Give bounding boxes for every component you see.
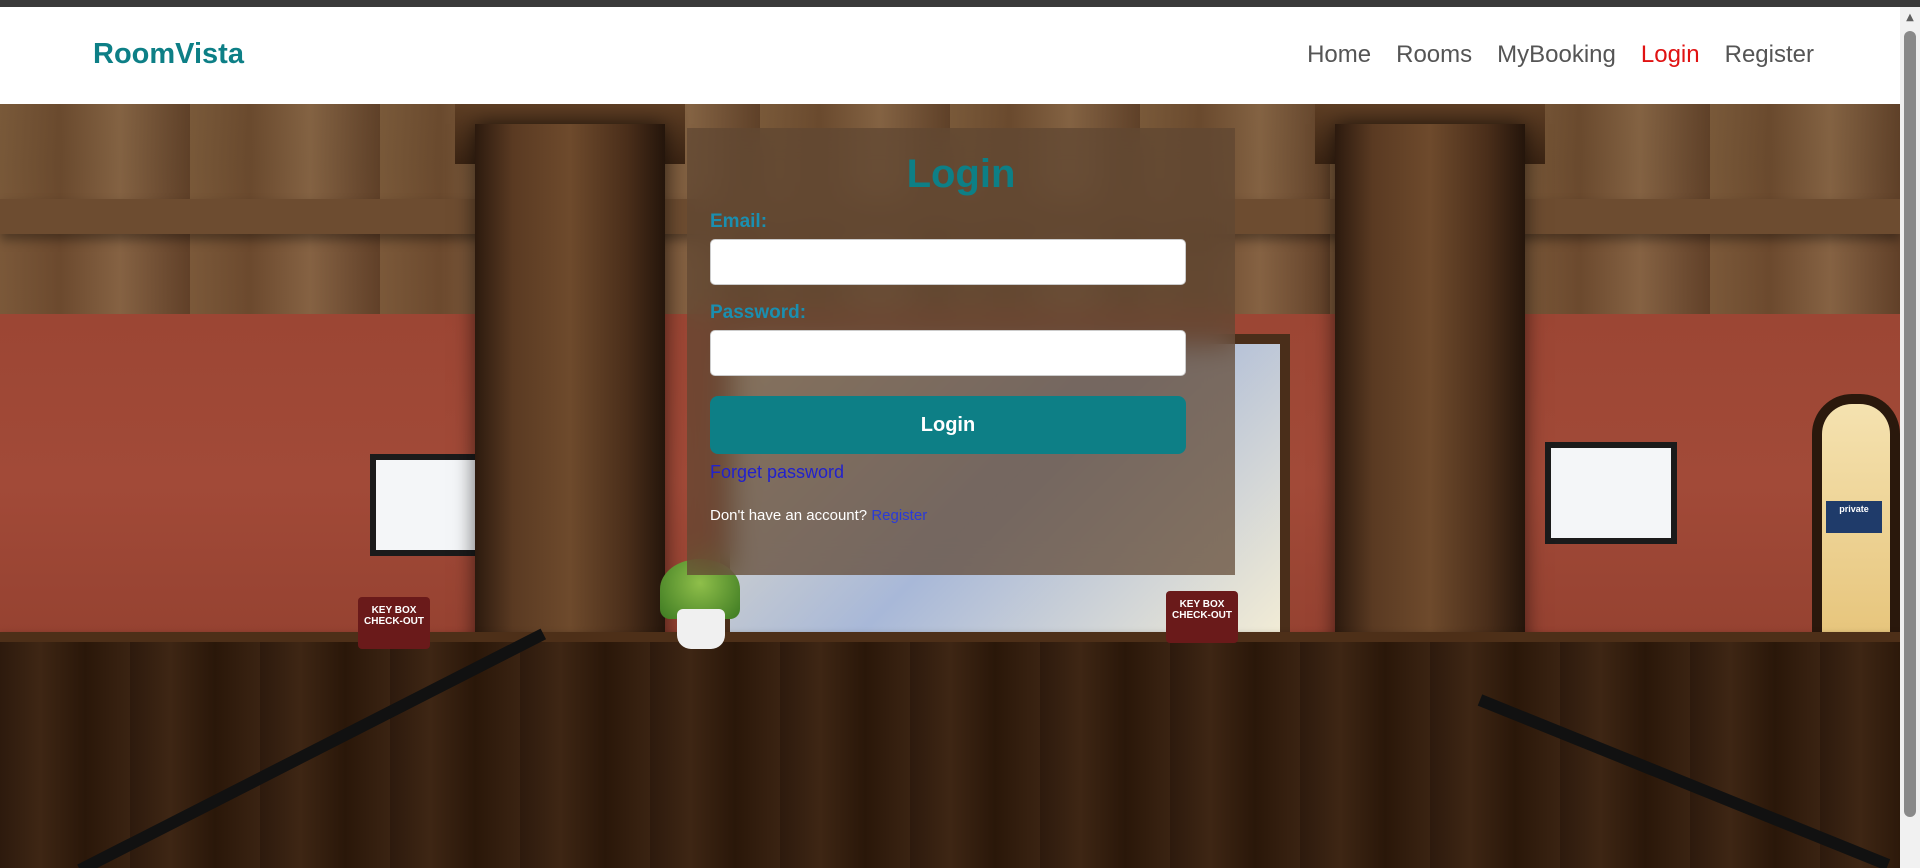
register-prompt: Don't have an account? Register bbox=[710, 507, 1187, 524]
nav-link-rooms[interactable]: Rooms bbox=[1396, 41, 1472, 69]
scroll-up-arrow-icon[interactable]: ▲ bbox=[1900, 11, 1920, 25]
navbar: RoomVista Home Rooms MyBooking Login Reg… bbox=[0, 7, 1900, 104]
key-box-sign-right: KEY BOX CHECK-OUT bbox=[1166, 591, 1238, 643]
login-card: Login Email: Password: Login Forget pass… bbox=[687, 128, 1235, 575]
nav-link-register[interactable]: Register bbox=[1725, 41, 1814, 69]
nav-link-login[interactable]: Login bbox=[1641, 41, 1700, 69]
plant-pot bbox=[677, 609, 725, 649]
nav-links: Home Rooms MyBooking Login Register bbox=[1307, 41, 1814, 69]
password-label: Password: bbox=[710, 302, 807, 323]
email-label: Email: bbox=[710, 211, 768, 232]
forgot-password-link[interactable]: Forget password bbox=[710, 462, 844, 483]
login-submit-button[interactable]: Login bbox=[710, 396, 1186, 454]
login-title: Login bbox=[906, 152, 1016, 196]
key-box-sign-left: KEY BOX CHECK-OUT bbox=[358, 597, 430, 649]
register-link[interactable]: Register bbox=[871, 507, 927, 524]
private-sign: private bbox=[1826, 501, 1882, 533]
tv-screen-right bbox=[1545, 442, 1677, 544]
nav-link-home[interactable]: Home bbox=[1307, 41, 1371, 69]
page-scrollbar[interactable]: ▲ bbox=[1900, 7, 1920, 868]
nav-link-mybooking[interactable]: MyBooking bbox=[1497, 41, 1616, 69]
brand-logo[interactable]: RoomVista bbox=[93, 38, 244, 71]
no-account-text: Don't have an account? bbox=[710, 507, 868, 524]
email-input[interactable] bbox=[710, 239, 1186, 285]
password-input[interactable] bbox=[710, 330, 1186, 376]
browser-top-strip bbox=[0, 0, 1920, 7]
scroll-thumb[interactable] bbox=[1904, 31, 1916, 817]
